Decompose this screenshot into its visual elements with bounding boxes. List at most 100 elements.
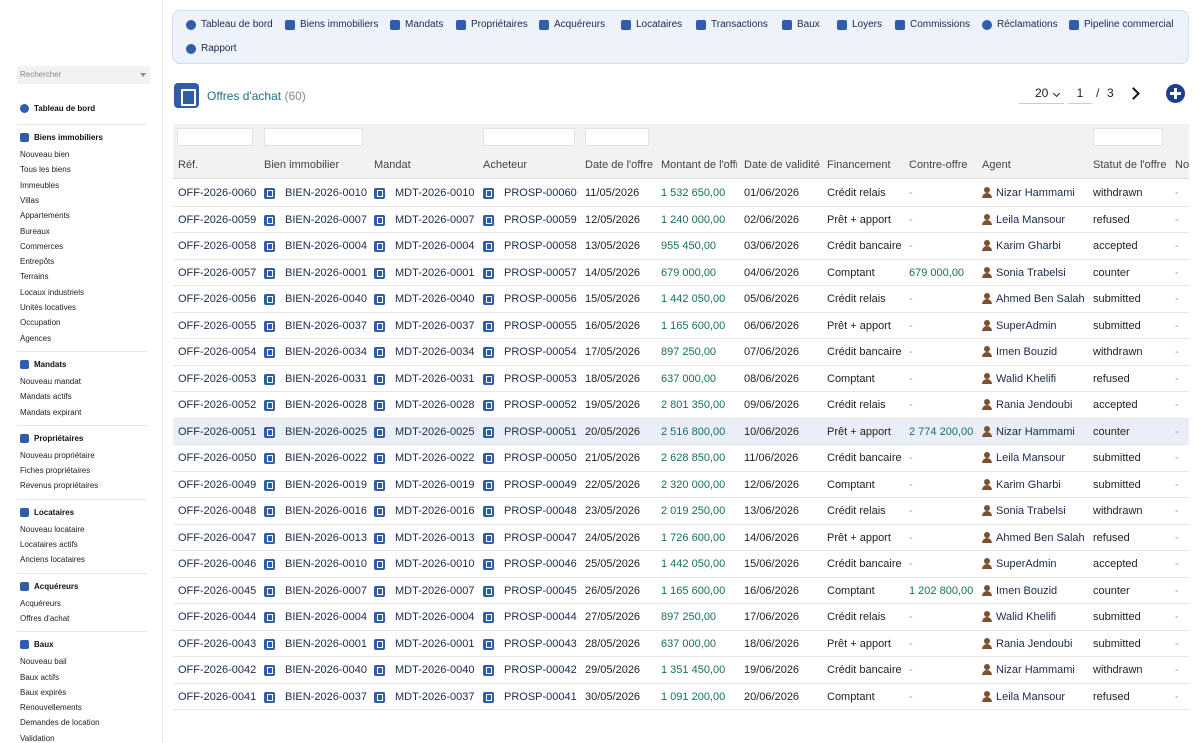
table-cell-0[interactable]: OFF-2026-0049 — [178, 479, 256, 491]
add-offer-button[interactable] — [1166, 84, 1185, 103]
table-row[interactable]: OFF-2026-0060 BIEN-2026-0010 MDT-2026-0010… — [173, 180, 1189, 207]
table-cell-2[interactable]: MDT-2026-0022 — [395, 452, 475, 464]
table-cell-1[interactable]: BIEN-2026-0040 — [285, 664, 367, 676]
nav-item-7[interactable]: Baux — [782, 19, 820, 30]
table-cell-3[interactable]: PROSP-00042 — [504, 664, 577, 676]
table-cell-3[interactable]: PROSP-00045 — [504, 585, 577, 597]
table-row[interactable]: OFF-2026-0048 BIEN-2026-0016 MDT-2026-0016… — [173, 498, 1189, 525]
sidebar-item[interactable]: Appartements — [20, 211, 70, 220]
nav-item-5[interactable]: Locataires — [621, 19, 682, 30]
nav-item-1[interactable]: Biens immobiliers — [285, 19, 378, 30]
table-row[interactable]: OFF-2026-0059 BIEN-2026-0007 MDT-2026-0007… — [173, 207, 1189, 233]
table-cell-1[interactable]: BIEN-2026-0016 — [285, 505, 367, 517]
table-cell-3[interactable]: PROSP-00052 — [504, 399, 577, 411]
table-cell-2[interactable]: MDT-2026-0007 — [395, 214, 475, 226]
nav-item-11[interactable]: Pipeline commercial — [1069, 19, 1173, 30]
sidebar-item[interactable]: Locataires actifs — [20, 540, 78, 549]
table-cell-9[interactable]: Sonia Trabelsi — [996, 505, 1066, 517]
table-cell-9[interactable]: Nizar Hammami — [996, 187, 1075, 199]
nav-item-9[interactable]: Commissions — [895, 19, 970, 30]
nav-item-12[interactable]: Rapport — [186, 43, 237, 54]
table-cell-9[interactable]: Karim Gharbi — [996, 479, 1061, 491]
table-cell-2[interactable]: MDT-2026-0037 — [395, 691, 475, 703]
table-cell-0[interactable]: OFF-2026-0058 — [178, 240, 256, 252]
sidebar-item[interactable]: Demandes de location — [20, 718, 100, 727]
table-row[interactable]: OFF-2026-0052 BIEN-2026-0028 MDT-2026-0028… — [173, 392, 1189, 419]
column-header[interactable]: Agent — [982, 159, 1086, 171]
table-row[interactable]: OFF-2026-0058 BIEN-2026-0004 MDT-2026-0004… — [173, 233, 1189, 260]
table-row[interactable]: OFF-2026-0047 BIEN-2026-0013 MDT-2026-0013… — [173, 525, 1189, 551]
table-cell-3[interactable]: PROSP-00051 — [504, 426, 577, 438]
table-cell-1[interactable]: BIEN-2026-0031 — [285, 373, 367, 385]
table-cell-0[interactable]: OFF-2026-0048 — [178, 505, 256, 517]
sidebar-section-1[interactable]: Mandats — [20, 359, 66, 369]
sidebar-item[interactable]: Terrains — [20, 272, 48, 281]
table-cell-2[interactable]: MDT-2026-0019 — [395, 479, 475, 491]
sidebar-section-0[interactable]: Biens immobiliers — [20, 133, 103, 142]
table-cell-3[interactable]: PROSP-00058 — [504, 240, 577, 252]
table-cell-0[interactable]: OFF-2026-0043 — [178, 638, 256, 650]
sidebar-item[interactable]: Fiches propriétaires — [20, 466, 90, 475]
table-row[interactable]: OFF-2026-0050 BIEN-2026-0022 MDT-2026-0022… — [173, 445, 1189, 472]
sidebar-item[interactable]: Bureaux — [20, 227, 50, 236]
column-header[interactable]: Montant de l'offre — [661, 159, 737, 171]
table-cell-0[interactable]: OFF-2026-0046 — [178, 558, 256, 570]
table-cell-3[interactable]: PROSP-00057 — [504, 267, 577, 279]
sidebar-item[interactable]: Agences — [20, 334, 51, 343]
table-cell-2[interactable]: MDT-2026-0004 — [395, 611, 475, 623]
table-cell-1[interactable]: BIEN-2026-0001 — [285, 638, 367, 650]
table-cell-0[interactable]: OFF-2026-0052 — [178, 399, 256, 411]
column-header[interactable]: Bien immobilier — [264, 159, 368, 171]
table-cell-1[interactable]: BIEN-2026-0001 — [285, 267, 367, 279]
table-cell-0[interactable]: OFF-2026-0053 — [178, 373, 256, 385]
sidebar-item[interactable]: Baux expirés — [20, 688, 66, 697]
table-cell-2[interactable]: MDT-2026-0001 — [395, 267, 475, 279]
column-filter-input[interactable] — [483, 128, 575, 146]
table-cell-2[interactable]: MDT-2026-0010 — [395, 558, 475, 570]
table-cell-0[interactable]: OFF-2026-0050 — [178, 452, 256, 464]
table-cell-2[interactable]: MDT-2026-0040 — [395, 293, 475, 305]
nav-item-2[interactable]: Mandats — [390, 19, 443, 30]
table-cell-2[interactable]: MDT-2026-0007 — [395, 585, 475, 597]
table-cell-2[interactable]: MDT-2026-0025 — [395, 426, 475, 438]
table-cell-3[interactable]: PROSP-00054 — [504, 346, 577, 358]
table-cell-3[interactable]: PROSP-00041 — [504, 691, 577, 703]
sidebar-search[interactable]: Rechercher — [17, 66, 150, 84]
table-cell-1[interactable]: BIEN-2026-0007 — [285, 585, 367, 597]
table-row[interactable]: OFF-2026-0044 BIEN-2026-0004 MDT-2026-0004… — [173, 604, 1189, 631]
nav-item-10[interactable]: Réclamations — [982, 19, 1058, 30]
table-cell-3[interactable]: PROSP-00047 — [504, 532, 577, 544]
table-row[interactable]: OFF-2026-0042 BIEN-2026-0040 MDT-2026-0040… — [173, 657, 1189, 684]
table-cell-1[interactable]: BIEN-2026-0037 — [285, 320, 367, 332]
sidebar-item[interactable]: Tous les biens — [20, 165, 71, 174]
table-cell-9[interactable]: Nizar Hammami — [996, 664, 1075, 676]
table-cell-9[interactable]: Leila Mansour — [996, 452, 1065, 464]
table-cell-9[interactable]: Karim Gharbi — [996, 240, 1061, 252]
table-cell-0[interactable]: OFF-2026-0041 — [178, 691, 256, 703]
table-cell-0[interactable]: OFF-2026-0047 — [178, 532, 256, 544]
sidebar-item[interactable]: Nouveau propriétaire — [20, 451, 95, 460]
table-cell-1[interactable]: BIEN-2026-0004 — [285, 611, 367, 623]
sidebar-item[interactable]: Nouveau bien — [20, 150, 69, 159]
table-cell-3[interactable]: PROSP-00056 — [504, 293, 577, 305]
sidebar-item[interactable]: Offres d'achat — [20, 614, 69, 623]
sidebar-item[interactable]: Baux actifs — [20, 673, 59, 682]
table-row[interactable]: OFF-2026-0054 BIEN-2026-0034 MDT-2026-0034… — [173, 339, 1189, 366]
sidebar-section-3[interactable]: Locataires — [20, 507, 74, 517]
column-header[interactable]: Date de l'offre — [585, 159, 657, 171]
sidebar-item[interactable]: Unités locatives — [20, 303, 76, 312]
sidebar-item[interactable]: Anciens locataires — [20, 555, 85, 564]
sidebar-item-dashboard[interactable]: Tableau de bord — [20, 104, 95, 113]
table-cell-1[interactable]: BIEN-2026-0010 — [285, 187, 367, 199]
column-header[interactable]: Acheteur — [483, 159, 579, 171]
table-cell-9[interactable]: SuperAdmin — [996, 320, 1057, 332]
column-header[interactable]: Notes — [1175, 159, 1189, 171]
column-header[interactable]: Mandat — [374, 159, 476, 171]
table-row[interactable]: OFF-2026-0056 BIEN-2026-0040 MDT-2026-0040… — [173, 286, 1189, 313]
page-number-input[interactable]: 1 — [1068, 84, 1092, 104]
table-cell-3[interactable]: PROSP-00046 — [504, 558, 577, 570]
table-row[interactable]: OFF-2026-0046 BIEN-2026-0010 MDT-2026-0010… — [173, 551, 1189, 578]
next-page-icon[interactable] — [1128, 86, 1140, 100]
table-cell-9[interactable]: Leila Mansour — [996, 691, 1065, 703]
table-cell-3[interactable]: PROSP-00055 — [504, 320, 577, 332]
